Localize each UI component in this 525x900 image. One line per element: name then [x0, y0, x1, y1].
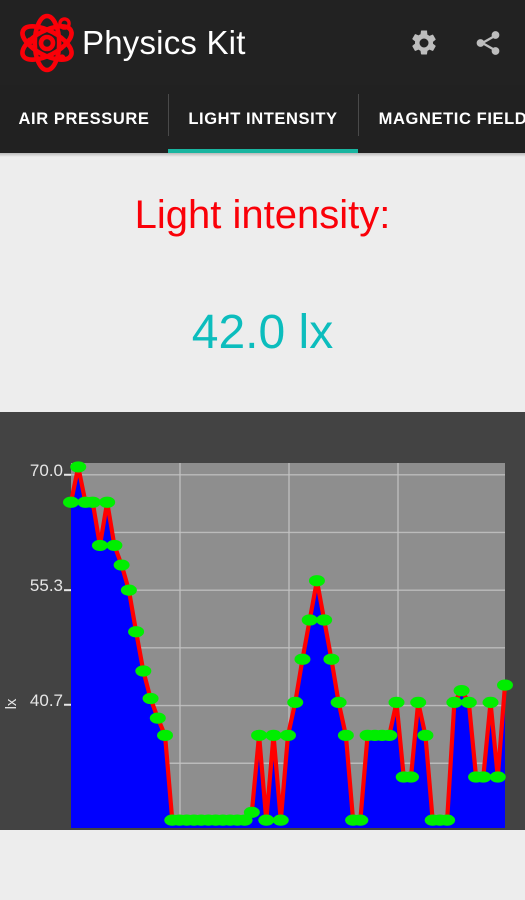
chart-data-point — [70, 461, 87, 473]
chart-data-point — [251, 729, 268, 741]
chart-y-tick-label: 40.7 — [30, 691, 63, 710]
chart-data-point — [63, 496, 79, 508]
tab-label: AIR PRESSURE — [18, 109, 150, 128]
chart-data-point — [323, 653, 340, 665]
app-bar-actions — [409, 28, 511, 58]
chart-y-tick-label: 55.3 — [30, 576, 63, 595]
tab-light-intensity[interactable]: LIGHT INTENSITY — [168, 85, 358, 153]
share-icon[interactable] — [473, 28, 503, 58]
chart-data-point — [337, 729, 354, 741]
chart-data-point — [475, 771, 492, 783]
atom-icon — [20, 13, 74, 72]
chart-data-point — [128, 626, 145, 638]
chart-data-point — [330, 696, 347, 709]
chart-data-point — [243, 806, 260, 818]
chart-data-point — [301, 614, 318, 626]
tab-magnetic-field[interactable]: MAGNETIC FIELD — [358, 85, 525, 153]
tab-bar: AIR PRESSURE LIGHT INTENSITY MAGNETIC FI… — [0, 85, 525, 153]
chart-data-point — [157, 729, 174, 741]
chart-data-point — [402, 771, 419, 783]
chart-lower-background — [0, 830, 525, 900]
chart-data-point — [142, 692, 159, 705]
chart-data-point — [120, 584, 137, 596]
tab-label: MAGNETIC FIELD — [378, 109, 525, 128]
app-title: Physics Kit — [82, 24, 246, 61]
tab-air-pressure[interactable]: AIR PRESSURE — [0, 85, 168, 153]
chart-data-point — [439, 814, 456, 826]
chart-data-point — [84, 496, 101, 508]
chart-data-point — [410, 696, 427, 709]
chart-data-point — [265, 729, 282, 741]
chart-data-point — [460, 696, 477, 709]
chart-data-point — [446, 696, 463, 709]
app-bar: Physics Kit — [0, 0, 525, 85]
tab-label: LIGHT INTENSITY — [188, 109, 338, 128]
chart-data-point — [388, 696, 405, 709]
chart-data-point — [149, 712, 166, 724]
readout-label: Light intensity: — [134, 193, 391, 237]
chart-data-point — [99, 496, 116, 508]
tab-active-indicator — [168, 149, 358, 153]
chart-data-point — [272, 814, 289, 826]
chart-data-point — [113, 559, 130, 571]
chart-data-point — [497, 679, 513, 691]
chart-data-point — [352, 814, 369, 826]
chart-data-point — [489, 771, 506, 783]
chart-data-point — [453, 685, 470, 697]
readout-panel: Light intensity: 42.0 lx — [0, 157, 525, 386]
chart-data-point — [287, 696, 304, 709]
chart-y-tick-label: 70.0 — [30, 461, 63, 480]
chart-data-point — [308, 575, 325, 587]
light-intensity-chart[interactable]: 70.0 55.3 40.7 lx — [0, 412, 525, 830]
chart-data-point — [381, 729, 398, 741]
chart-data-point — [106, 539, 123, 552]
chart-data-point — [294, 653, 311, 665]
chart-data-point — [258, 814, 275, 826]
chart-data-point — [280, 729, 296, 741]
chart-data-point — [135, 665, 152, 677]
chart-data-point — [417, 729, 434, 741]
chart-data-point — [482, 696, 499, 709]
gear-icon[interactable] — [409, 28, 439, 58]
chart-data-point — [91, 539, 108, 552]
readout-value: 42.0 lx — [191, 306, 334, 359]
chart-y-axis-title: lx — [3, 698, 20, 709]
chart-data-point — [316, 614, 333, 626]
